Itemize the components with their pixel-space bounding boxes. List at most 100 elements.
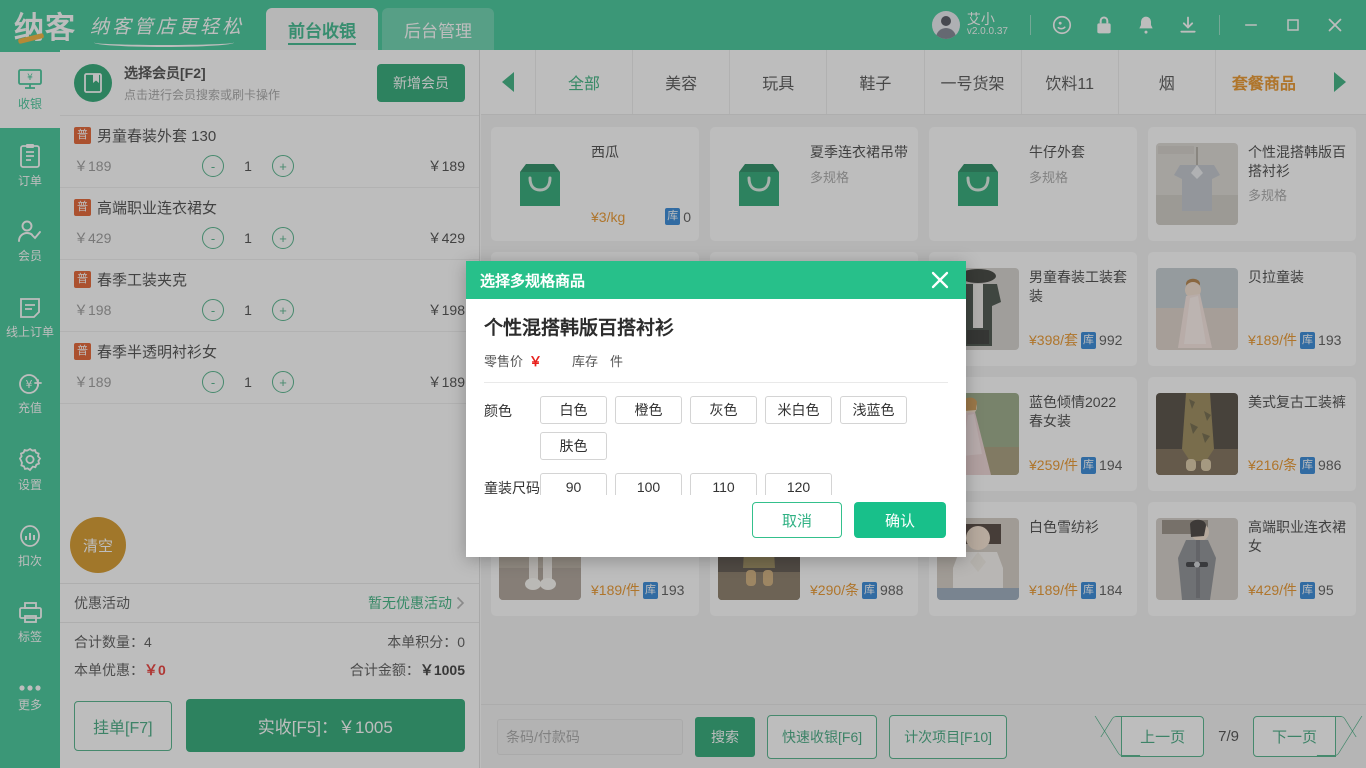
product-card[interactable]: 牛仔外套 多规格 (929, 127, 1137, 241)
cart-row[interactable]: 普 男童春装外套 130 ￥189 - 1 + ￥189 (60, 116, 479, 188)
category-tab-all[interactable]: 全部 (535, 50, 632, 114)
lock-icon[interactable] (1085, 6, 1123, 44)
spec-option-gray[interactable]: 灰色 (690, 396, 757, 424)
sidebar-item-settings[interactable]: 设置 (0, 432, 60, 508)
member-card-icon (74, 63, 112, 102)
sidebar-label-online-orders: 会员 (17, 249, 42, 263)
category-prev-arrow-icon[interactable] (481, 50, 535, 114)
product-card[interactable]: 高端职业连衣裙女 ¥429/件 库 95 (1148, 502, 1356, 616)
sidebar-item-cashier[interactable]: ¥ 收银 (0, 52, 60, 128)
stock-count: 95 (1318, 582, 1334, 598)
sidebar-label-label-print: 扣次 (17, 554, 42, 568)
quick-cashier-button[interactable]: 快速收银[F6] (767, 714, 878, 759)
stock-count: 988 (880, 582, 904, 598)
cancel-button[interactable]: 取消 (752, 502, 842, 538)
product-thumbnail (1156, 393, 1238, 475)
increase-qty-button[interactable]: + (272, 299, 294, 321)
cart-action-bar: 挂单[F7] 实收[F5]：￥1005 (60, 699, 479, 768)
spec-option-100[interactable]: 100 (615, 473, 682, 495)
cart-item-qty: 1 (244, 374, 252, 390)
search-button[interactable]: 搜索 (695, 716, 755, 757)
product-thumbnail (499, 143, 581, 225)
checkout-button[interactable]: 实收[F5]：￥1005 (185, 699, 465, 752)
increase-qty-button[interactable]: + (272, 227, 294, 249)
download-icon[interactable] (1169, 6, 1207, 44)
decrease-qty-button[interactable]: - (202, 299, 224, 321)
promotion-row[interactable]: 优惠活动 暂无优惠活动 (60, 583, 479, 623)
discount-label: 本单优惠： (74, 662, 144, 678)
cart-item-name: 男童春装外套 130 (97, 128, 217, 145)
spec-option-90[interactable]: 90 (540, 473, 607, 495)
decrease-qty-button[interactable]: - (202, 227, 224, 249)
confirm-button[interactable]: 确认 (854, 502, 946, 538)
member-selector-row[interactable]: 选择会员[F2] 点击进行会员搜索或刷卡操作 新增会员 (60, 50, 479, 116)
decrease-qty-button[interactable]: - (202, 371, 224, 393)
spec-option-110[interactable]: 110 (690, 473, 757, 495)
sidebar-item-recharge[interactable]: ¥ 充值 (0, 356, 60, 432)
member-subtitle: 点击进行会员搜索或刷卡操作 (124, 87, 281, 102)
increase-qty-button[interactable]: + (272, 371, 294, 393)
barcode-search-box[interactable] (497, 718, 687, 755)
cart-row[interactable]: 普 春季工装夹克 ￥198 - 1 + ￥198 (60, 260, 479, 332)
hang-order-button[interactable]: 挂单[F7] (74, 700, 172, 751)
spec-label-size: 童装尺码 (484, 480, 540, 495)
stock-tag: 库 (1081, 456, 1097, 474)
spec-option-120[interactable]: 120 (765, 473, 832, 495)
sidebar-item-members[interactable]: 会员 (0, 204, 60, 280)
headset-icon[interactable] (1043, 6, 1081, 44)
category-tab-drinks[interactable]: 饮料11 (1020, 50, 1118, 114)
product-card[interactable]: 美式复古工装裤 ¥216/条 库 986 (1148, 377, 1356, 491)
cart-item-price: ￥429 (74, 230, 112, 246)
product-card[interactable]: 贝拉童装 ¥189/件 库 193 (1148, 252, 1356, 366)
spec-option-cream-white[interactable]: 米白色 (765, 396, 832, 424)
count-item-button[interactable]: 计次项目[F10] (889, 714, 1008, 759)
spec-option-skin[interactable]: 肤色 (540, 432, 607, 460)
category-tab-bar: 全部 美容 玩具 鞋子 一号货架 饮料11 烟 套餐商品 (481, 50, 1366, 115)
product-name: 男童春装工装套装 (1029, 269, 1127, 304)
bell-icon[interactable] (1127, 6, 1165, 44)
category-tab-shelf-one[interactable]: 一号货架 (923, 50, 1021, 114)
product-card[interactable]: 个性混搭韩版百搭衬衫 多规格 (1148, 127, 1356, 241)
product-name: 夏季连衣裙吊带 (810, 144, 908, 160)
category-next-arrow-icon[interactable] (1312, 50, 1366, 114)
category-tab-tobacco[interactable]: 烟 (1117, 50, 1215, 114)
product-thumbnail (1156, 268, 1238, 350)
product-card[interactable]: 西瓜 ¥3/kg 库 0 (491, 127, 699, 241)
sidebar-item-online-orders[interactable]: 线上订单 (0, 280, 60, 356)
maximize-icon[interactable] (1274, 6, 1312, 44)
sidebar-item-deduct[interactable]: 扣次 (0, 508, 60, 584)
search-input[interactable] (506, 728, 687, 745)
product-thumbnail (1156, 143, 1238, 225)
sidebar-item-label-print[interactable]: 标签 (0, 584, 60, 660)
next-page-button[interactable]: 下一页 (1252, 716, 1336, 757)
spec-option-orange[interactable]: 橙色 (615, 396, 682, 424)
clear-cart-button[interactable]: 清空 (70, 517, 126, 573)
user-profile[interactable]: 艾小 v2.0.0.37 (931, 11, 1018, 39)
add-member-button[interactable]: 新增会员 (377, 63, 465, 102)
product-name: 蓝色倾情2022春女装 (1029, 394, 1117, 429)
decrease-qty-button[interactable]: - (202, 155, 224, 177)
category-tab-toys[interactable]: 玩具 (729, 50, 826, 114)
points-value: 0 (457, 634, 465, 650)
cart-row[interactable]: 普 春季半透明衬衫女 ￥189 - 1 + ￥189 (60, 332, 479, 404)
spec-option-light-blue[interactable]: 浅蓝色 (840, 396, 907, 424)
category-tab-combo[interactable]: 套餐商品 (1214, 50, 1312, 114)
prev-page-button[interactable]: 上一页 (1121, 716, 1205, 757)
cart-item-qty: 1 (244, 302, 252, 318)
sidebar-item-more[interactable]: 更多 (0, 660, 60, 736)
minimize-icon[interactable] (1232, 6, 1270, 44)
increase-qty-button[interactable]: + (272, 155, 294, 177)
category-tab-shoes[interactable]: 鞋子 (826, 50, 923, 114)
tab-backend-management[interactable]: 后台管理 (382, 8, 495, 50)
product-spec-note: 多规格 (1029, 169, 1069, 185)
tab-front-cashier[interactable]: 前台收银 (266, 8, 379, 50)
quantity-stepper: - 1 + (202, 227, 294, 249)
product-card[interactable]: 夏季连衣裙吊带 多规格 (710, 127, 918, 241)
sidebar-item-orders[interactable]: 订单 (0, 128, 60, 204)
cart-row[interactable]: 普 高端职业连衣裙女 ￥429 - 1 + ￥429 (60, 188, 479, 260)
spec-option-white[interactable]: 白色 (540, 396, 607, 424)
product-price: ¥189/件 (1248, 332, 1298, 348)
category-tab-beauty[interactable]: 美容 (632, 50, 729, 114)
close-icon[interactable] (928, 268, 952, 292)
close-icon[interactable] (1316, 6, 1354, 44)
